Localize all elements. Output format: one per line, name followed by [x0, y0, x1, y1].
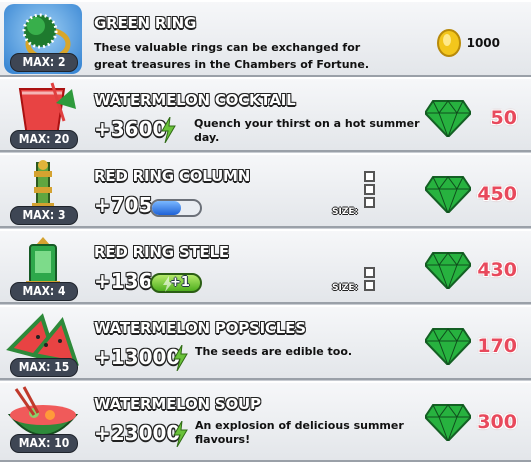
- item-title: WATERMELON POPSICLES: [94, 319, 306, 337]
- size-cell: [364, 184, 375, 195]
- size-label: SIZE:: [332, 207, 359, 217]
- size-label: SIZE:: [332, 283, 359, 293]
- watermelon-cocktail-image: MAX: 20: [4, 81, 82, 151]
- gem-icon: [425, 404, 471, 441]
- energy-bonus-badge: +1: [150, 273, 202, 293]
- item-title: WATERMELON COCKTAIL: [94, 91, 296, 109]
- watermelon-soup-image: MAX: 10: [4, 385, 82, 455]
- shop-item-green-ring[interactable]: MAX: 2 GREEN RING These valuable rings c…: [0, 0, 531, 77]
- max-badge: MAX: 20: [10, 130, 78, 149]
- size-cell: [364, 171, 375, 182]
- max-badge: MAX: 3: [10, 206, 78, 225]
- item-value: +705: [94, 193, 153, 217]
- item-price: 50: [490, 107, 517, 129]
- red-ring-column-image: MAX: 3: [4, 157, 82, 227]
- item-value: +136: [94, 269, 153, 293]
- item-price: 430: [477, 259, 517, 281]
- item-value: +23000: [94, 421, 181, 445]
- gem-icon: [425, 252, 471, 289]
- progress-fill: [152, 201, 181, 215]
- item-value: +13000: [94, 345, 181, 369]
- item-flavor-text: An explosion of delicious summer flavour…: [195, 419, 404, 446]
- max-badge: MAX: 15: [10, 358, 78, 377]
- shop-item-red-ring-stele[interactable]: MAX: 4 RED RING STELE +136 +1 SIZE: 430: [0, 229, 531, 304]
- gem-icon: [425, 100, 471, 137]
- item-title: GREEN RING: [94, 14, 197, 32]
- shop-item-watermelon-cocktail[interactable]: MAX: 20 WATERMELON COCKTAIL +3600 Quench…: [0, 77, 531, 152]
- watermelon-popsicles-image: MAX: 15: [4, 309, 82, 379]
- shop-item-watermelon-soup[interactable]: MAX: 10 WATERMELON SOUP +23000 An explos…: [0, 381, 531, 462]
- shop-item-red-ring-column[interactable]: MAX: 3 RED RING COLUMN +705 SIZE: 450: [0, 153, 531, 228]
- max-badge: MAX: 4: [10, 282, 78, 301]
- max-badge: MAX: 10: [10, 434, 78, 453]
- energy-bolt-icon: [161, 117, 176, 143]
- energy-bolt-icon: [173, 345, 188, 371]
- gem-icon: [425, 176, 471, 213]
- item-title: RED RING STELE: [94, 243, 229, 261]
- size-cell: [364, 197, 375, 208]
- green-ring-image: MAX: 2: [4, 4, 82, 74]
- item-title: RED RING COLUMN: [94, 167, 251, 185]
- size-cell: [364, 267, 375, 278]
- energy-bonus-value: +1: [170, 275, 190, 290]
- item-title: WATERMELON SOUP: [94, 395, 261, 413]
- item-flavor-text: The seeds are edible too.: [195, 345, 353, 358]
- coin-icon: [437, 29, 461, 57]
- energy-bolt-icon: [173, 421, 188, 447]
- item-price: 1000: [466, 36, 500, 50]
- item-value: +3600: [94, 117, 167, 141]
- max-badge: MAX: 2: [10, 53, 78, 72]
- item-price: 300: [477, 411, 517, 433]
- item-price: 170: [477, 335, 517, 357]
- red-ring-stele-image: MAX: 4: [4, 233, 82, 303]
- item-description: These valuable rings can be exchanged fo…: [94, 41, 369, 71]
- gem-icon: [425, 328, 471, 365]
- item-price: 450: [477, 183, 517, 205]
- shop-item-list: MAX: 2 GREEN RING These valuable rings c…: [0, 0, 531, 462]
- progress-bar: [150, 199, 202, 217]
- item-flavor-text: Quench your thirst on a hot summer day.: [194, 117, 420, 144]
- size-cell: [364, 280, 375, 291]
- shop-item-watermelon-popsicles[interactable]: MAX: 15 WATERMELON POPSICLES +13000 The …: [0, 305, 531, 380]
